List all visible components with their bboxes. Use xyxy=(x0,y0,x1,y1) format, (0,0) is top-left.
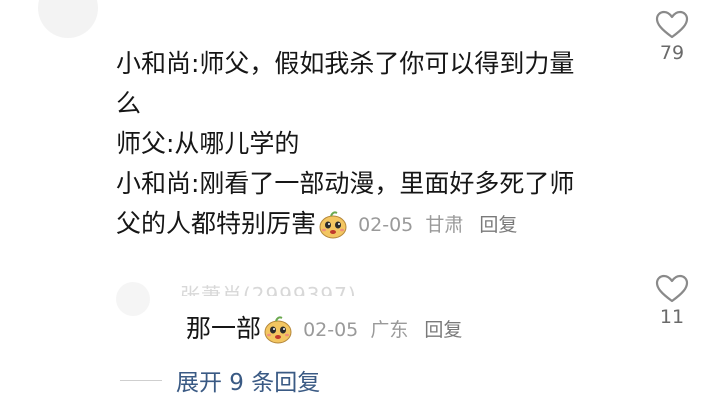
reply-username[interactable]: 张萧肖(2999397) xyxy=(180,278,357,296)
comment-date: 02-05 xyxy=(358,214,414,236)
comment-line: 父的人都特别厉害 xyxy=(116,209,317,238)
like-button[interactable]: 79 xyxy=(647,10,697,64)
heart-icon xyxy=(655,274,689,303)
expand-replies-label: 展开 9 条回复 xyxy=(176,370,321,396)
reply-location: 广东 xyxy=(370,319,409,341)
reply-text: 那一部 02-05 广东 回复 xyxy=(186,309,468,350)
comment-line: 小和尚:刚看了一部动漫，里面好多死了师 xyxy=(116,169,575,198)
reply-like-button[interactable]: 11 xyxy=(647,274,697,328)
avatar[interactable] xyxy=(38,0,98,38)
reply-avatar[interactable] xyxy=(116,282,150,316)
comment-last-line: 父的人都特别厉害 02-05 甘肃 回复 xyxy=(116,204,636,245)
heart-icon xyxy=(655,10,689,39)
comment-line: 么 xyxy=(116,89,142,118)
divider xyxy=(120,379,162,381)
comment-location: 甘肃 xyxy=(425,214,464,236)
reply-content: 那一部 xyxy=(186,314,262,343)
reply-meta: 02-05 广东 回复 xyxy=(297,319,468,341)
comment-meta: 02-05 甘肃 回复 xyxy=(352,214,523,236)
expand-replies-button[interactable]: 展开 9 条回复 xyxy=(120,360,320,400)
reply-button[interactable]: 回复 xyxy=(424,319,462,341)
reply-date: 02-05 xyxy=(303,319,359,341)
comment-line: 师父:从哪儿学的 xyxy=(116,129,300,158)
like-count: 11 xyxy=(659,306,685,328)
sticker-icon xyxy=(264,316,292,344)
comment-line: 小和尚:师父，假如我杀了你可以得到力量 xyxy=(116,49,575,78)
sticker-icon xyxy=(319,211,347,239)
comment-text: 小和尚:师父，假如我杀了你可以得到力量 么 师父:从哪儿学的 小和尚:刚看了一部… xyxy=(116,44,636,245)
reply-button[interactable]: 回复 xyxy=(479,214,517,236)
like-count: 79 xyxy=(659,42,685,64)
